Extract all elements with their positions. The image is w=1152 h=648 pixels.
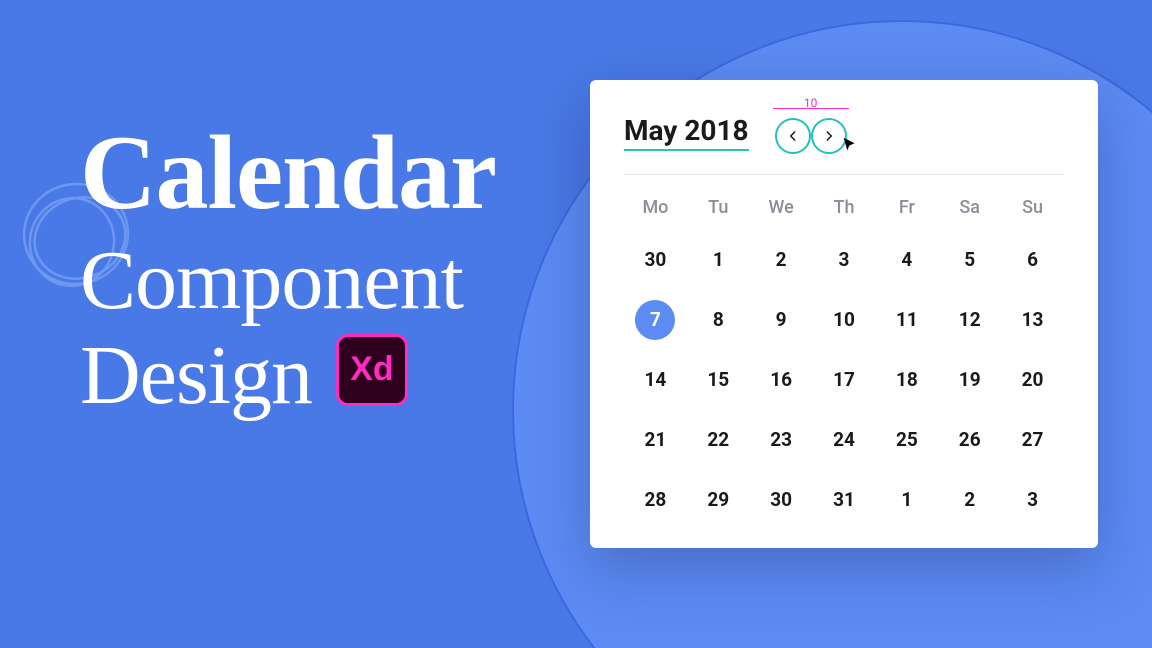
calendar-day-cell[interactable]: 5 (938, 242, 1001, 278)
calendar-day-cell[interactable]: 9 (750, 302, 813, 338)
spacing-measure-line (773, 108, 849, 109)
calendar-day-cell[interactable]: 4 (875, 242, 938, 278)
calendar-day-cell[interactable]: 30 (624, 242, 687, 278)
calendar-day-cell[interactable]: 17 (813, 362, 876, 398)
calendar-day-cell[interactable]: 26 (938, 422, 1001, 458)
calendar-day-cell[interactable]: 10 (813, 302, 876, 338)
calendar-day-cell[interactable]: 11 (875, 302, 938, 338)
calendar-days-grid: 3012345678910111213141516171819202122232… (624, 242, 1064, 518)
page-title-block: Calendar Component Design Xd (80, 112, 496, 424)
calendar-day-cell[interactable]: 31 (813, 482, 876, 518)
weekday-header-row: Mo Tu We Th Fr Sa Su (624, 197, 1064, 218)
calendar-day-cell[interactable]: 24 (813, 422, 876, 458)
prev-month-button[interactable] (775, 118, 811, 154)
calendar-day-cell[interactable]: 19 (938, 362, 1001, 398)
chevron-left-icon (786, 129, 800, 143)
calendar-day-cell[interactable]: 8 (687, 302, 750, 338)
calendar-day-cell[interactable]: 28 (624, 482, 687, 518)
calendar-day-cell[interactable]: 1 (875, 482, 938, 518)
calendar-day-cell[interactable]: 6 (1001, 242, 1064, 278)
calendar-day-cell[interactable]: 25 (875, 422, 938, 458)
calendar-day-cell[interactable]: 16 (750, 362, 813, 398)
calendar-day-cell[interactable]: 3 (1001, 482, 1064, 518)
chevron-right-icon (822, 129, 836, 143)
weekday-label: Sa (938, 197, 1001, 218)
weekday-label: Tu (687, 197, 750, 218)
calendar-day-cell[interactable]: 3 (813, 242, 876, 278)
calendar-card: May 2018 10 Mo Tu We Th Fr Sa Su (590, 80, 1098, 548)
calendar-month-label[interactable]: May 2018 (624, 114, 749, 151)
calendar-day-cell[interactable]: 27 (1001, 422, 1064, 458)
calendar-day-cell[interactable]: 20 (1001, 362, 1064, 398)
calendar-day-cell[interactable]: 29 (687, 482, 750, 518)
weekday-label: Fr (875, 197, 938, 218)
calendar-day-cell[interactable]: 30 (750, 482, 813, 518)
calendar-day-cell[interactable]: 2 (938, 482, 1001, 518)
calendar-header: May 2018 10 (624, 110, 1064, 175)
calendar-day-cell[interactable]: 1 (687, 242, 750, 278)
next-month-button[interactable] (811, 118, 847, 154)
calendar-day-cell[interactable]: 15 (687, 362, 750, 398)
title-line-2: Component (80, 232, 496, 329)
weekday-label: Su (1001, 197, 1064, 218)
weekday-label: Mo (624, 197, 687, 218)
calendar-day-cell[interactable]: 18 (875, 362, 938, 398)
calendar-day-cell[interactable]: 12 (938, 302, 1001, 338)
calendar-day-cell[interactable]: 14 (624, 362, 687, 398)
calendar-day-cell[interactable]: 2 (750, 242, 813, 278)
calendar-day-cell[interactable]: 21 (624, 422, 687, 458)
weekday-label: We (750, 197, 813, 218)
calendar-day-cell[interactable]: 13 (1001, 302, 1064, 338)
title-line-1: Calendar (80, 112, 496, 234)
calendar-nav-group: 10 (775, 110, 847, 154)
title-line-3: Design (80, 327, 312, 424)
calendar-day-cell[interactable]: 22 (687, 422, 750, 458)
weekday-label: Th (813, 197, 876, 218)
adobe-xd-badge-icon: Xd (336, 334, 408, 406)
calendar-day-cell[interactable]: 23 (750, 422, 813, 458)
calendar-day-cell[interactable]: 7 (624, 302, 687, 338)
